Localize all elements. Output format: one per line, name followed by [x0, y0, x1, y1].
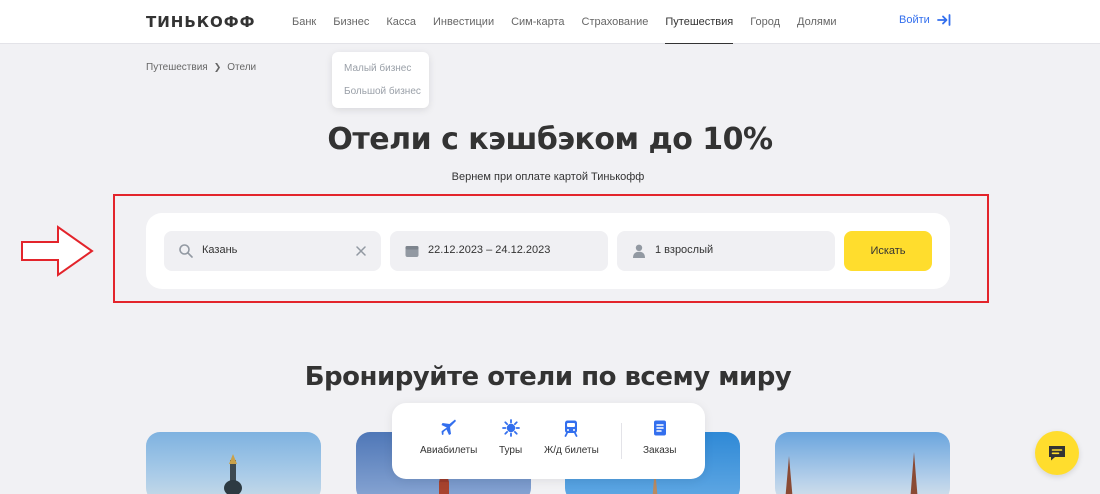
nav-item-city[interactable]: Город: [750, 0, 780, 44]
plane-icon: [441, 419, 456, 435]
nav-item-investments[interactable]: Инвестиции: [433, 0, 494, 44]
tinkoff-logo[interactable]: ТИНЬКОФФ: [146, 13, 256, 31]
chat-icon: [1049, 446, 1065, 461]
login-button[interactable]: Войти: [899, 14, 951, 26]
login-label: Войти: [899, 14, 930, 26]
page-subtitle: Вернем при оплате картой Тинькофф: [451, 171, 645, 183]
city-card[interactable]: [146, 432, 321, 494]
nav-item-insurance[interactable]: Страхование: [582, 0, 649, 44]
chevron-right-icon: ❯: [213, 62, 222, 72]
city-image: [224, 454, 242, 494]
annotation-arrow-icon: [21, 225, 94, 277]
tab-train-label: Ж/д билеты: [544, 445, 599, 456]
nav-item-business[interactable]: Бизнес: [333, 0, 369, 44]
dropdown-item-large-business[interactable]: Большой бизнес: [344, 86, 421, 97]
nav-item-bank[interactable]: Банк: [292, 0, 316, 44]
nav-item-dolyami[interactable]: Долями: [797, 0, 837, 44]
service-tabs: Авиабилеты Туры Ж/д билеты Заказы: [392, 403, 705, 479]
breadcrumb-travel[interactable]: Путешествия: [146, 62, 208, 73]
section-title: Бронируйте отели по всему миру: [304, 362, 792, 392]
orders-icon: [653, 420, 666, 436]
dropdown-item-small-business[interactable]: Малый бизнес: [344, 63, 411, 74]
main-nav: Банк Бизнес Касса Инвестиции Сим-карта С…: [292, 0, 854, 44]
tab-flights-label: Авиабилеты: [420, 445, 478, 456]
nav-item-travel[interactable]: Путешествия: [665, 0, 733, 44]
business-dropdown: Малый бизнес Большой бизнес: [332, 52, 429, 108]
page-title: Отели с кэшбэком до 10%: [327, 122, 773, 157]
tours-icon: [501, 419, 520, 437]
tab-train[interactable]: Ж/д билеты: [544, 419, 599, 456]
city-image: [785, 452, 918, 494]
nav-item-kassa[interactable]: Касса: [386, 0, 416, 44]
tab-divider: [621, 423, 622, 459]
login-arrow-icon: [936, 14, 951, 26]
breadcrumb-hotels: Отели: [227, 62, 257, 73]
chat-button[interactable]: [1035, 431, 1079, 475]
tab-tours[interactable]: Туры: [499, 419, 522, 456]
tab-tours-label: Туры: [499, 445, 523, 456]
tab-flights[interactable]: Авиабилеты: [420, 419, 477, 456]
breadcrumb: Путешествия ❯ Отели: [146, 62, 256, 73]
nav-item-sim-card[interactable]: Сим-карта: [511, 0, 564, 44]
top-header: ТИНЬКОФФ Банк Бизнес Касса Инвестиции Си…: [0, 0, 1100, 44]
annotation-highlight-box: [113, 194, 989, 303]
tab-orders[interactable]: Заказы: [643, 419, 676, 456]
tab-orders-label: Заказы: [643, 445, 677, 456]
city-card[interactable]: [775, 432, 950, 494]
train-icon: [564, 420, 578, 437]
